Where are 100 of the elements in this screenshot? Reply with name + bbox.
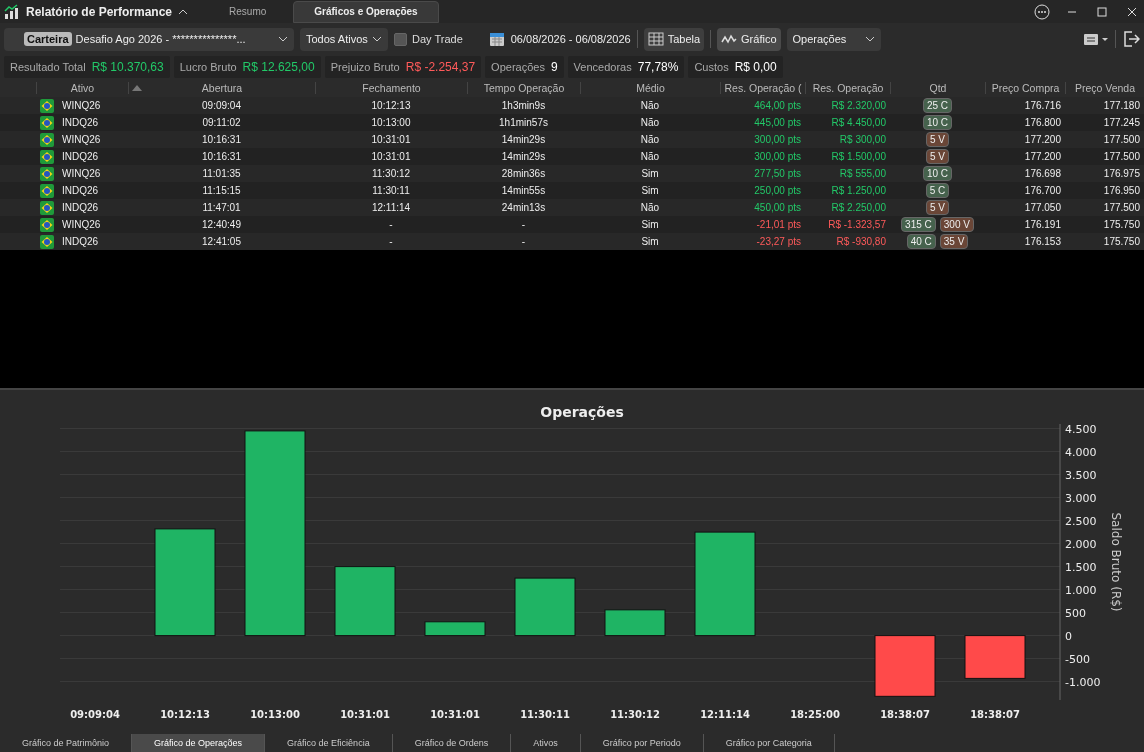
quantity-badge: 300 V xyxy=(939,217,974,232)
result-cell-text: R$ 2.250,00 xyxy=(830,202,887,213)
day-trade-checkbox[interactable]: Day Trade xyxy=(394,32,463,46)
exit-icon[interactable] xyxy=(1122,30,1140,48)
chart-tab[interactable]: Gráfico de Ordens xyxy=(392,734,512,752)
stat-value: 9 xyxy=(550,60,558,74)
open-time-cell-text: 09:11:02 xyxy=(201,117,242,128)
close-time-cell-text: 10:31:01 xyxy=(370,134,412,145)
window-tab[interactable]: Resumo xyxy=(208,0,288,23)
chevron-down-icon xyxy=(864,36,875,42)
portfolio-dropdown[interactable]: Carteira Desafio Ago 2026 - ***************... xyxy=(4,27,294,51)
quantity-badge: 40 C xyxy=(906,234,936,249)
window-title: Relatório de Performance xyxy=(26,4,173,19)
y-tick-label: 2.000 xyxy=(1065,537,1097,551)
asset-cell-text: INDQ26 xyxy=(61,202,100,213)
chart-type-dropdown[interactable]: Operações xyxy=(786,27,881,51)
asset-cell-text: INDQ26 xyxy=(61,117,100,128)
x-tick-label: 12:11:14 xyxy=(700,709,750,720)
buy-price-cell-text: 176.191 xyxy=(1023,219,1062,230)
assets-dropdown[interactable]: Todos Ativos xyxy=(300,27,388,51)
x-tick-label: 10:13:00 xyxy=(250,709,300,720)
flag-icon xyxy=(40,149,54,164)
result-cell-text: R$ 555,00 xyxy=(838,168,887,179)
result-cell-text: R$ 300,00 xyxy=(838,134,887,145)
column-header[interactable]: Res. Operação xyxy=(805,82,890,94)
chart-tab[interactable]: Gráfico de Eficiência xyxy=(265,734,393,752)
chart-tab[interactable]: Gráfico por Categoria xyxy=(703,734,835,752)
close-time-cell-text: - xyxy=(388,219,394,230)
close-time-cell-text: 10:13:00 xyxy=(370,117,412,128)
column-header[interactable]: Fechamento xyxy=(315,82,467,94)
quantity-badge: 10 C xyxy=(922,166,953,181)
view-toggle-button[interactable]: Gráfico xyxy=(717,27,781,51)
switch-icon[interactable] xyxy=(1083,32,1109,46)
open-time-cell-text: 11:15:15 xyxy=(201,185,242,196)
open-time-cell-text: 09:09:04 xyxy=(201,100,242,111)
stat-value: R$ 12.625,00 xyxy=(242,60,315,74)
result-cell-text: R$ -930,80 xyxy=(835,236,887,247)
quantity-badge: 5 V xyxy=(926,149,949,164)
chart-tab[interactable]: Gráfico por Periodo xyxy=(580,734,704,752)
portfolio-tag: Carteira xyxy=(24,32,72,46)
duration-cell-text: 24min13s xyxy=(500,202,547,213)
calendar-icon[interactable] xyxy=(488,31,505,47)
flag-icon xyxy=(40,200,54,215)
close-time-cell-text: 12:11:14 xyxy=(370,202,412,213)
column-header[interactable]: Ativo xyxy=(36,82,128,94)
quantity-badge: 25 C xyxy=(922,98,953,113)
bar-chart-icon xyxy=(4,3,20,20)
column-header[interactable]: Preço Compra xyxy=(985,82,1065,94)
y-tick-label: 500 xyxy=(1065,606,1086,620)
quantity-badge: 10 C xyxy=(922,115,953,130)
duration-cell-text: - xyxy=(520,236,527,247)
x-tick-label: 18:38:07 xyxy=(880,709,930,720)
chevron-down-icon xyxy=(372,36,382,42)
sell-price-cell-text: 177.245 xyxy=(1102,117,1141,128)
line-chart-icon xyxy=(721,33,738,45)
result-cell-text: R$ 4.450,00 xyxy=(830,117,887,128)
sort-ascending-icon[interactable] xyxy=(132,85,142,91)
column-header[interactable]: Res. Operação ( xyxy=(720,82,805,94)
column-header[interactable]: Qtd xyxy=(890,82,985,94)
x-tick-label: 18:38:07 xyxy=(970,709,1020,720)
average-cell-text: Sim xyxy=(640,168,660,179)
date-range[interactable]: 06/08/2026 - 06/08/2026 xyxy=(510,33,631,45)
chevron-down-icon xyxy=(278,36,288,42)
quantity-badge: 315 C xyxy=(901,217,936,232)
flag-icon xyxy=(40,98,54,113)
duration-cell-text: 14min55s xyxy=(500,185,547,196)
stat-label: Custos xyxy=(694,61,729,73)
chevron-up-icon[interactable] xyxy=(178,8,189,15)
sell-price-cell-text: 177.500 xyxy=(1102,151,1141,162)
asset-cell-text: INDQ26 xyxy=(61,185,100,196)
window-tab[interactable]: Gráficos e Operações xyxy=(293,0,439,23)
column-header[interactable]: Tempo Operação xyxy=(467,82,580,94)
buy-price-cell-text: 176.153 xyxy=(1023,236,1062,247)
stat-label: Lucro Bruto xyxy=(179,61,237,73)
y-tick-label: 2.500 xyxy=(1065,514,1097,528)
stat-value: R$ 0,00 xyxy=(734,60,777,74)
y-tick-label: 4.500 xyxy=(1065,422,1097,436)
points-cell-text: -23,27 pts xyxy=(755,236,802,247)
points-cell-text: 300,00 pts xyxy=(753,151,802,162)
y-tick-label: 0 xyxy=(1065,629,1072,643)
flag-icon xyxy=(40,115,54,130)
buy-price-cell-text: 176.716 xyxy=(1023,100,1062,111)
sell-price-cell-text: 176.975 xyxy=(1102,168,1141,179)
view-toggle-button[interactable]: Tabela xyxy=(643,27,705,51)
x-tick-label: 09:09:04 xyxy=(70,709,120,720)
column-header[interactable]: Médio xyxy=(580,82,720,94)
chart-tab[interactable]: Gráfico de Operações xyxy=(132,734,266,752)
duration-cell-text: 28min36s xyxy=(500,168,547,179)
column-header[interactable]: Preço Venda xyxy=(1065,82,1144,94)
chart-title: Operações xyxy=(540,404,624,420)
y-axis-title: Saldo Bruto (R$) xyxy=(1109,512,1123,612)
chart-tab[interactable]: Ativos xyxy=(511,734,581,752)
sell-price-cell-text: 175.750 xyxy=(1102,219,1141,230)
open-time-cell-text: 12:41:05 xyxy=(201,236,242,247)
open-time-cell-text: 11:01:35 xyxy=(201,168,242,179)
stat-value: R$ -2.254,37 xyxy=(405,60,476,74)
quantity-badge: 35 V xyxy=(939,234,969,249)
points-cell-text: 464,00 pts xyxy=(753,100,802,111)
portfolio-name: Desafio Ago 2026 - ***************... xyxy=(75,33,246,45)
y-tick-label: 1.500 xyxy=(1065,560,1097,574)
